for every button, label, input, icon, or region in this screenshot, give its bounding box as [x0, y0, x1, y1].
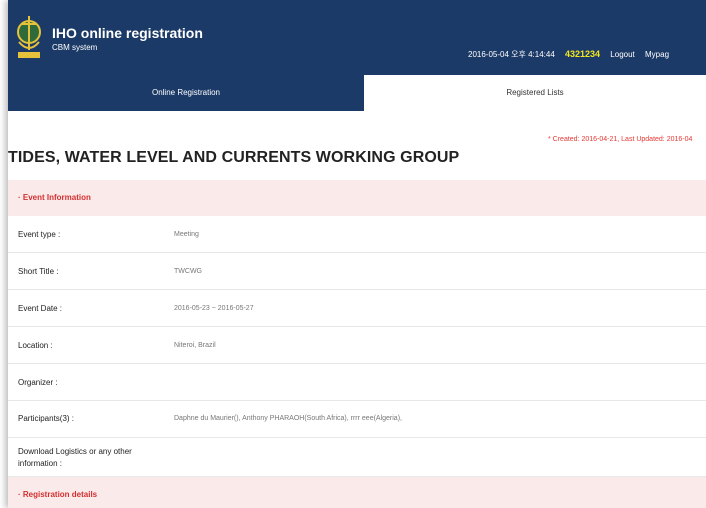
header-user-bar: 2016-05-04 오후 4:14:44 4321234 Logout Myp… — [468, 49, 677, 60]
event-type-value: Meeting — [174, 231, 199, 238]
created-updated-note: * Created: 2016-04-21, Last Updated: 201… — [548, 136, 693, 143]
short-title-row: Short Title : TWCWG — [8, 253, 706, 290]
location-label: Location : — [18, 341, 53, 350]
location-row: Location : Niteroi, Brazil — [8, 327, 706, 364]
event-type-label: Event type : — [18, 230, 61, 239]
iho-logo-icon — [17, 16, 41, 58]
organizer-row: Organizer : — [8, 364, 706, 401]
header-user-id[interactable]: 4321234 — [565, 49, 600, 59]
app-window: IHO online registration CBM system 2016-… — [8, 0, 706, 508]
organizer-label: Organizer : — [18, 378, 58, 387]
app-title: IHO online registration — [52, 25, 203, 41]
participants-label: Participants(3) : — [18, 414, 75, 423]
page-title: TIDES, WATER LEVEL AND CURRENTS WORKING … — [8, 149, 460, 166]
event-type-row: Event type : Meeting — [8, 216, 706, 253]
tab-registered-lists[interactable]: Registered Lists — [364, 75, 706, 111]
download-logistics-label-line1: Download Logistics or any other — [18, 447, 132, 456]
main-tabs: Online Registration Registered Lists — [8, 75, 706, 111]
mypage-link[interactable]: Mypag — [645, 50, 669, 59]
short-title-label: Short Title : — [18, 267, 59, 276]
top-header: IHO online registration CBM system 2016-… — [8, 0, 706, 75]
registration-details-header: · Registration details — [8, 477, 706, 508]
tab-online-registration[interactable]: Online Registration — [8, 75, 364, 111]
short-title-value: TWCWG — [174, 268, 202, 275]
location-value: Niteroi, Brazil — [174, 342, 216, 349]
event-date-label: Event Date : — [18, 304, 63, 313]
registration-details-heading: · Registration details — [18, 490, 98, 499]
event-information-header: · Event Information — [8, 180, 706, 216]
event-date-value: 2016-05-23 ~ 2016-05-27 — [174, 305, 254, 312]
logout-link[interactable]: Logout — [610, 50, 634, 59]
participants-row: Participants(3) : Daphne du Maurier(), A… — [8, 401, 706, 438]
header-datetime: 2016-05-04 오후 4:14:44 — [468, 50, 555, 59]
participants-value: Daphne du Maurier(), Anthony PHARAOH(Sou… — [174, 415, 402, 422]
download-logistics-label-line2: information : — [18, 459, 63, 468]
download-logistics-row: Download Logistics or any other informat… — [8, 438, 706, 477]
event-information-heading: · Event Information — [18, 193, 91, 202]
event-date-row: Event Date : 2016-05-23 ~ 2016-05-27 — [8, 290, 706, 327]
app-subtitle: CBM system — [52, 43, 98, 52]
